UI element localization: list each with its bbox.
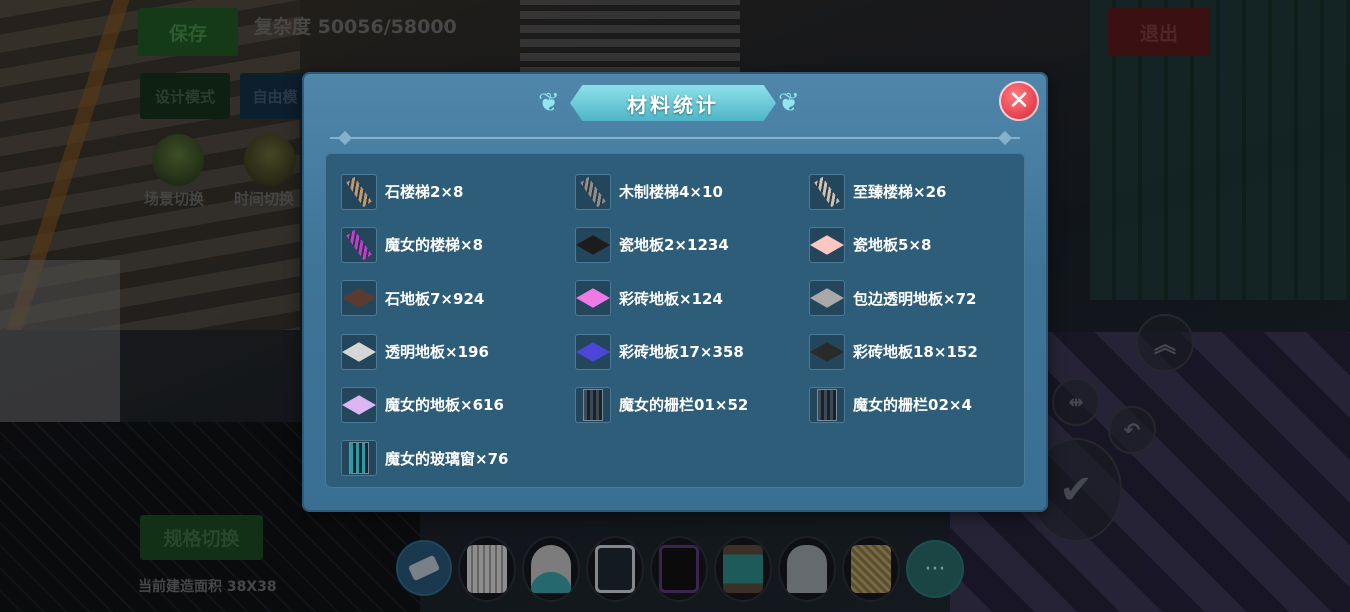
dialog-title: 材料统计 xyxy=(627,92,719,117)
witch-fence-icon xyxy=(809,386,845,423)
material-swatch xyxy=(580,176,606,207)
edged-clear-floor-icon xyxy=(809,280,845,317)
materials-grid: 石楼梯2×8 木制楼梯4×10 至臻楼梯×26 魔女的楼梯×8 瓷地板2×1234 瓷地板… xyxy=(341,165,1029,485)
ornament-right-icon: ❦ xyxy=(778,88,800,118)
material-label: 彩砖地板17×358 xyxy=(619,343,744,362)
material-swatch xyxy=(342,395,376,415)
clear-floor-icon xyxy=(341,333,377,370)
title-divider xyxy=(330,137,1020,139)
stone-stairs-icon xyxy=(341,173,377,210)
material-label: 魔女的玻璃窗×76 xyxy=(385,449,509,468)
title-banner: 材料统计 xyxy=(570,85,776,121)
material-item: 石地板7×924 xyxy=(341,272,575,325)
material-item: 透明地板×196 xyxy=(341,325,575,378)
material-label: 魔女的栅栏02×4 xyxy=(853,396,972,415)
color-tile-floor-icon xyxy=(575,333,611,370)
material-label: 瓷地板2×1234 xyxy=(619,236,729,255)
witch-floor-icon xyxy=(341,386,377,423)
material-label: 魔女的栅栏01×52 xyxy=(619,396,749,415)
material-item: 瓷地板5×8 xyxy=(809,218,1029,271)
materials-panel: 石楼梯2×8 木制楼梯4×10 至臻楼梯×26 魔女的楼梯×8 瓷地板2×1234 瓷地板… xyxy=(325,153,1025,488)
material-swatch xyxy=(810,341,844,362)
material-swatch xyxy=(342,288,376,308)
material-swatch xyxy=(810,235,844,255)
color-tile-floor-icon xyxy=(575,280,611,317)
ornament-left-icon: ❦ xyxy=(538,88,560,118)
material-item: 彩砖地板17×358 xyxy=(575,325,809,378)
material-item: 包边透明地板×72 xyxy=(809,272,1029,325)
material-label: 至臻楼梯×26 xyxy=(853,183,947,202)
material-swatch xyxy=(810,288,844,308)
material-item: 魔女的栅栏02×4 xyxy=(809,378,1029,431)
material-item: 彩砖地板×124 xyxy=(575,272,809,325)
witch-stairs-icon xyxy=(341,226,377,263)
material-swatch xyxy=(346,176,372,207)
material-label: 透明地板×196 xyxy=(385,343,489,362)
material-label: 魔女的地板×616 xyxy=(385,396,504,415)
material-item: 魔女的玻璃窗×76 xyxy=(341,431,575,484)
material-item: 瓷地板2×1234 xyxy=(575,218,809,271)
stone-floor-icon xyxy=(341,280,377,317)
material-swatch xyxy=(576,341,610,362)
material-label: 瓷地板5×8 xyxy=(853,236,932,255)
witch-window-icon xyxy=(341,440,377,477)
material-label: 魔女的楼梯×8 xyxy=(385,236,484,255)
material-swatch xyxy=(818,389,836,420)
material-swatch xyxy=(576,235,610,255)
material-item: 魔女的楼梯×8 xyxy=(341,218,575,271)
material-label: 石楼梯2×8 xyxy=(385,183,464,202)
witch-fence-icon xyxy=(575,386,611,423)
material-label: 彩砖地板18×152 xyxy=(853,343,978,362)
material-item: 彩砖地板18×152 xyxy=(809,325,1029,378)
material-label: 彩砖地板×124 xyxy=(619,289,723,308)
material-swatch xyxy=(814,176,840,207)
tile-floor-icon xyxy=(809,226,845,263)
material-stats-dialog: ❦ 材料统计 ❦ ✕ 石楼梯2×8 木制楼梯4×10 至臻楼梯×26 魔女的楼梯×8 瓷… xyxy=(302,72,1048,512)
material-swatch xyxy=(342,341,376,362)
material-label: 木制楼梯4×10 xyxy=(619,183,723,202)
wood-stairs-icon xyxy=(575,173,611,210)
color-tile-floor-icon xyxy=(809,333,845,370)
material-item: 魔女的地板×616 xyxy=(341,378,575,431)
material-item: 石楼梯2×8 xyxy=(341,165,575,218)
material-item: 魔女的栅栏01×52 xyxy=(575,378,809,431)
deluxe-stairs-icon xyxy=(809,173,845,210)
material-label: 石地板7×924 xyxy=(385,289,485,308)
tile-floor-icon xyxy=(575,226,611,263)
material-swatch xyxy=(584,389,602,420)
material-swatch xyxy=(346,229,372,261)
material-swatch xyxy=(576,288,610,308)
material-label: 包边透明地板×72 xyxy=(853,289,977,308)
material-swatch xyxy=(350,443,368,474)
close-button[interactable]: ✕ xyxy=(999,81,1039,121)
material-item: 木制楼梯4×10 xyxy=(575,165,809,218)
material-item: 至臻楼梯×26 xyxy=(809,165,1029,218)
